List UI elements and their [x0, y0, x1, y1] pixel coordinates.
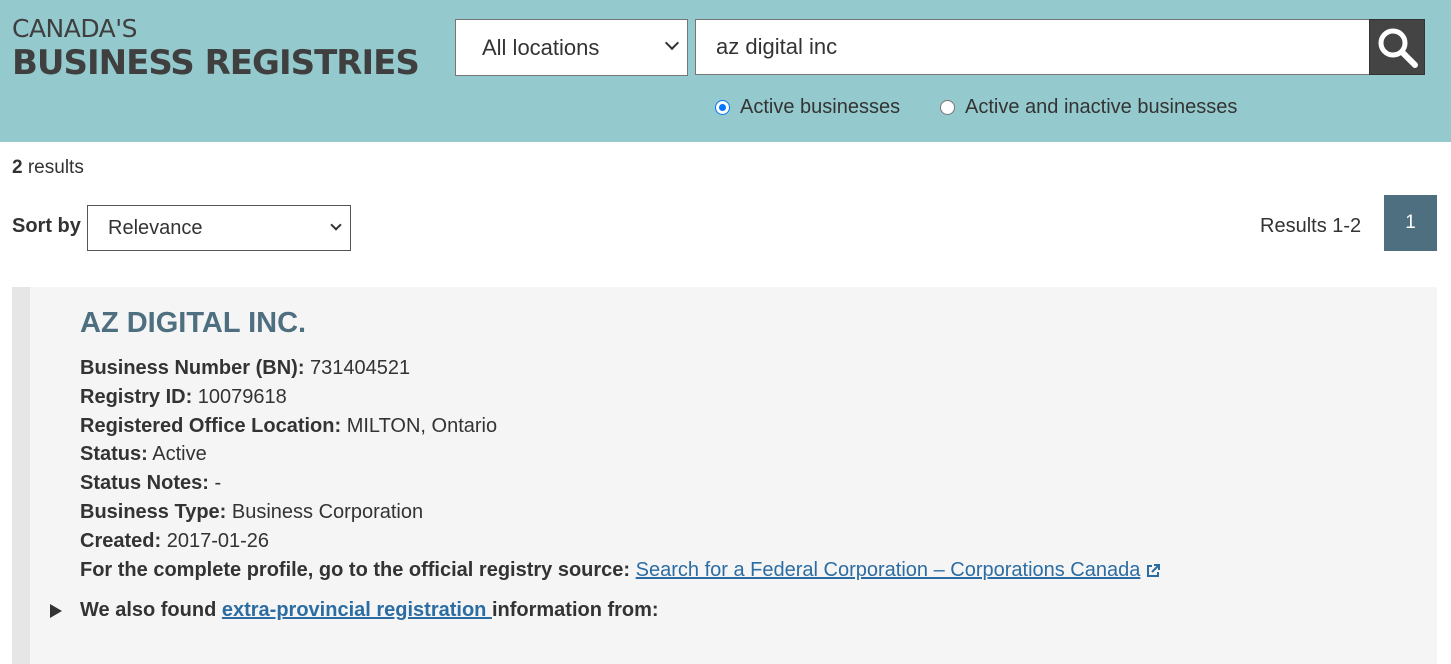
business-name[interactable]: AZ DIGITAL INC.: [80, 307, 306, 340]
field-status-notes: Status Notes: -: [80, 469, 1160, 498]
field-value: 2017-01-26: [161, 529, 270, 552]
business-details: Business Number (BN): 731404521 Registry…: [80, 354, 1161, 585]
also-prefix: We also found: [80, 599, 222, 621]
sort-label: Sort by: [12, 215, 81, 237]
field-label: Status:: [80, 443, 148, 466]
pagination-page-1[interactable]: 1: [1384, 195, 1437, 251]
search-query: az digital inc: [716, 34, 838, 59]
radio-active-label: Active businesses: [740, 96, 901, 118]
field-label: Business Number (BN):: [80, 357, 305, 379]
radio-active-indicator[interactable]: [715, 100, 730, 115]
search-button[interactable]: [1369, 19, 1425, 75]
logo-line-2: BUSINESS REGISTRIES: [12, 43, 420, 83]
field-label: Status Notes:: [80, 472, 209, 495]
radio-all-indicator[interactable]: [940, 100, 955, 115]
radio-active-businesses[interactable]: Active businesses: [715, 96, 900, 119]
extra-provincial-toggle[interactable]: We also found extra-provincial registrat…: [50, 599, 659, 622]
field-value: Active: [147, 443, 207, 466]
site-logo[interactable]: CANADA'S BUSINESS REGISTRIES: [12, 14, 420, 83]
results-count-number: 2: [12, 157, 23, 178]
field-value: MILTON, Ontario: [341, 414, 498, 437]
radio-all-label: Active and inactive businesses: [965, 96, 1238, 118]
location-select[interactable]: All locations: [455, 19, 688, 76]
logo-line-1: CANADA'S: [12, 14, 138, 43]
field-value: 731404521: [304, 357, 411, 379]
expand-triangle-icon: [50, 603, 62, 618]
radio-all-businesses[interactable]: Active and inactive businesses: [940, 96, 1237, 119]
field-value: 10079618: [192, 385, 287, 408]
field-label: Created:: [80, 529, 162, 552]
external-link-icon: [1147, 563, 1161, 577]
results-range: Results 1-2: [1260, 215, 1362, 237]
field-created: Created: 2017-01-26: [80, 527, 1160, 556]
field-status: Status: Active: [80, 440, 1160, 469]
profile-source-label: For the complete profile, go to the offi…: [80, 558, 631, 581]
sort-select-value: Relevance: [108, 216, 203, 239]
profile-source-link[interactable]: Search for a Federal Corporation – Corpo…: [636, 559, 1141, 581]
extra-provincial-link[interactable]: extra-provincial registration: [222, 599, 492, 622]
card-accent-bar: [12, 287, 30, 664]
field-label: Business Type:: [80, 500, 227, 523]
search-input[interactable]: az digital inc: [695, 19, 1371, 75]
result-card: AZ DIGITAL INC. Business Number (BN): 73…: [12, 287, 1437, 664]
sort-select[interactable]: Relevance: [87, 205, 351, 251]
field-label: Registered Office Location:: [80, 414, 342, 437]
field-office-location: Registered Office Location: MILTON, Onta…: [80, 412, 1160, 441]
also-suffix: information from:: [491, 599, 659, 621]
field-business-type: Business Type: Business Corporation: [80, 498, 1160, 527]
field-value: -: [208, 472, 222, 495]
site-header: CANADA'S BUSINESS REGISTRIES All locatio…: [0, 0, 1451, 142]
field-business-number: Business Number (BN): 731404521: [80, 354, 1160, 383]
results-count: 2 results: [12, 157, 84, 179]
search-icon: [1378, 28, 1418, 68]
field-label: Registry ID:: [80, 385, 193, 408]
field-value: Business Corporation: [226, 500, 424, 523]
location-select-value: All locations: [482, 34, 600, 60]
field-registry-id: Registry ID: 10079618: [80, 383, 1160, 412]
results-count-label: results: [22, 157, 84, 178]
chevron-down-icon: [330, 219, 342, 231]
chevron-down-icon: [664, 35, 680, 51]
field-profile-source: For the complete profile, go to the offi…: [80, 556, 1161, 585]
